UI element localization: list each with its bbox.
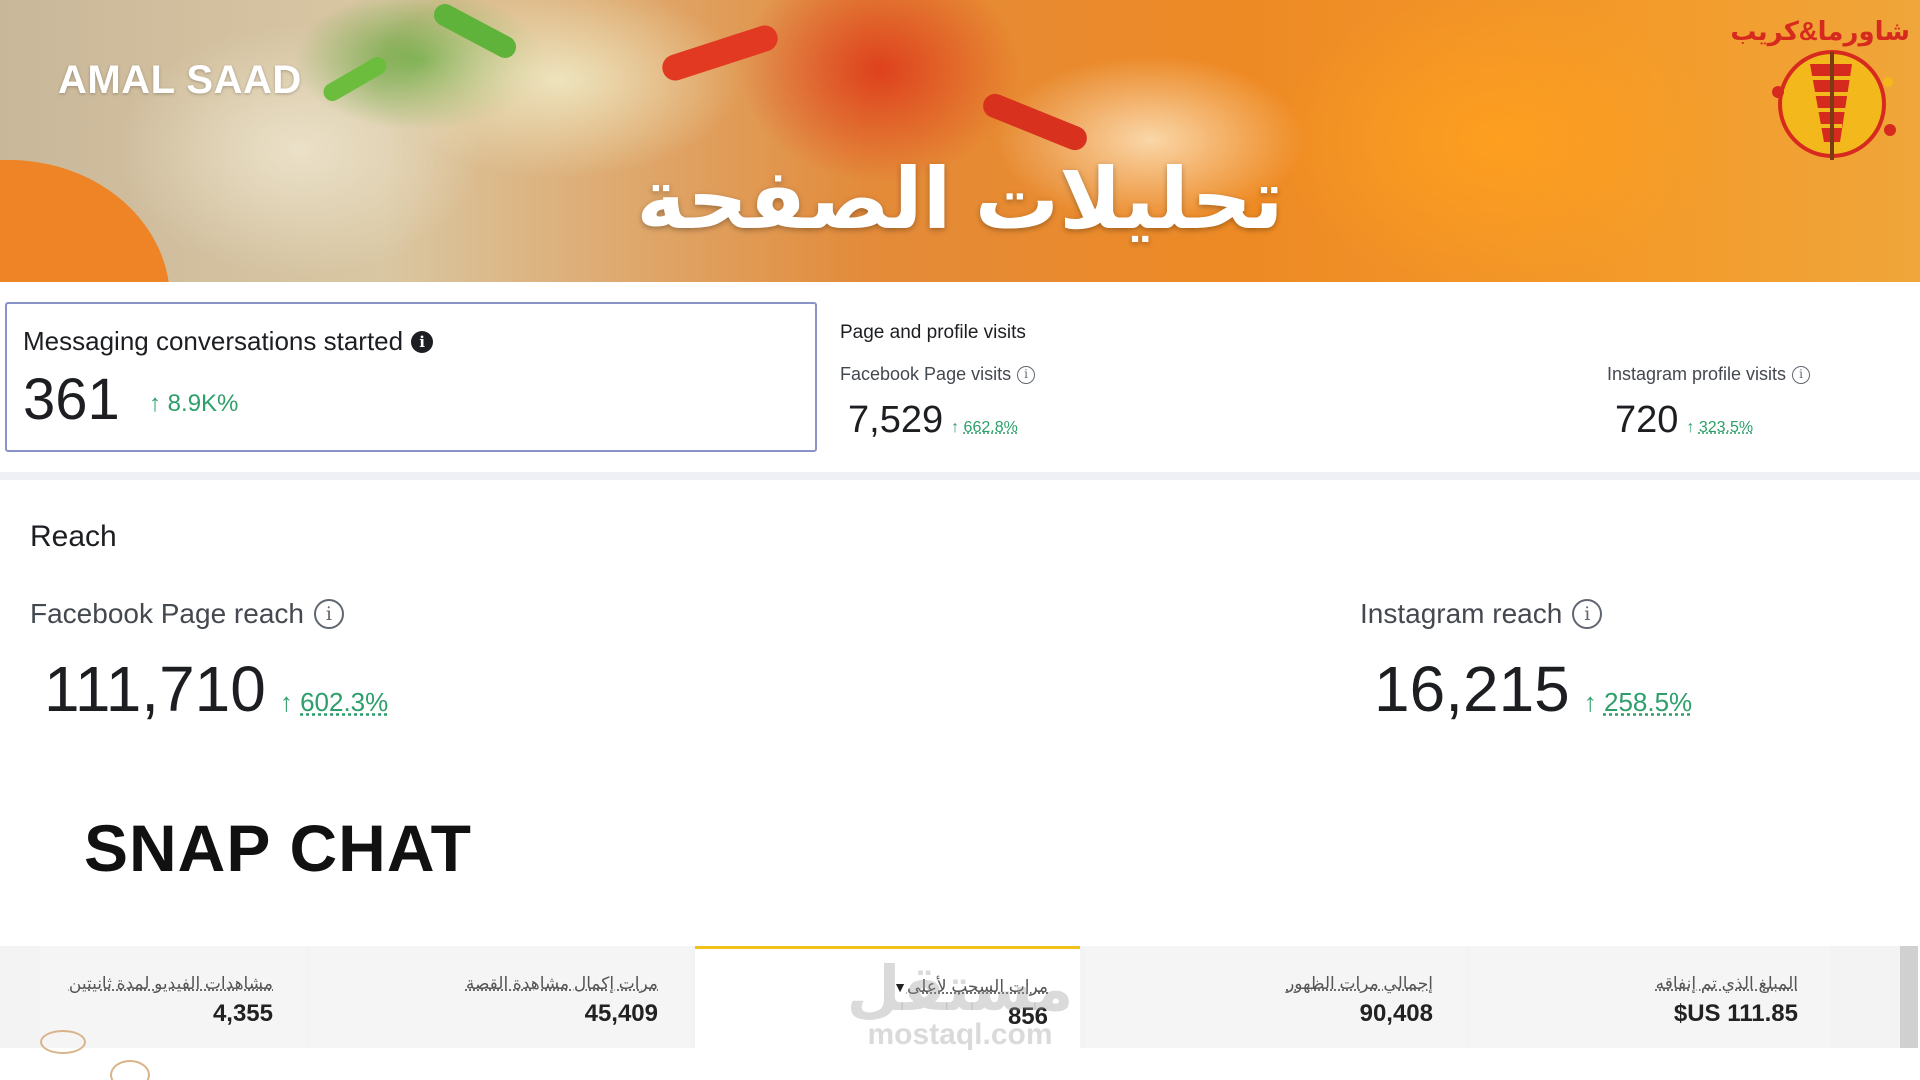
instagram-visits-block: Instagram profile visits i 720 ↑ 323.5% [1607, 364, 1811, 442]
facebook-visits-value: 7,529 [848, 399, 944, 441]
facebook-visits-trend-value: 662.8% [963, 419, 1018, 436]
decorative-blob [0, 160, 170, 282]
stat-value: $US 111.85 [1673, 1000, 1798, 1027]
section-divider [0, 472, 1920, 480]
reach-panel: Reach Facebook Page reach i 111,710 ↑ 60… [0, 480, 1920, 780]
instagram-reach-block: Instagram reach i 16,215 ↑ 258.5% [1360, 598, 1692, 726]
header-banner: AMAL SAAD تحليلات الصفحة شاورما&كريب [0, 0, 1920, 282]
stat-label: المبلغ الذي تم إنفاقه [1655, 974, 1798, 993]
messaging-label: Messaging conversations started [23, 326, 404, 356]
stat-label: مرات السحب لأعلى [906, 977, 1048, 996]
stat-value: 4,355 [212, 1000, 273, 1027]
instagram-visits-trend-value: 323.5% [1698, 419, 1754, 436]
scrollbar[interactable] [1900, 946, 1918, 1048]
visits-title: Page and profile visits [840, 322, 1026, 343]
instagram-visits-value: 720 [1615, 399, 1679, 441]
messaging-value: 361 [23, 367, 120, 432]
snapchat-stats-bar: المبلغ الذي تم إنفاقه $US 111.85 إجمالي … [0, 946, 1900, 1048]
food-decoration [430, 0, 520, 62]
decorative-arc [40, 1030, 86, 1054]
messaging-trend-value: 8.9K% [167, 390, 239, 417]
arrow-up-icon: ↑ [951, 419, 964, 436]
food-decoration [979, 90, 1091, 154]
stat-label-row: مرات السحب لأعلى▼ [883, 977, 1048, 997]
brand-name: AMAL SAAD [58, 58, 302, 102]
instagram-reach-trend[interactable]: ↑ 258.5% [1584, 687, 1692, 718]
stat-label: مرات إكمال مشاهدة القصة [465, 974, 658, 993]
caret-down-icon[interactable]: ▼ [893, 979, 907, 995]
arrow-up-icon: ↑ [149, 390, 168, 417]
instagram-reach-trend-value: 258.5% [1603, 687, 1693, 717]
info-icon[interactable]: i [1572, 599, 1603, 629]
messaging-panel: Messaging conversations started i 361 ↑ … [5, 302, 817, 452]
facebook-reach-trend[interactable]: ↑ 602.3% [280, 687, 388, 718]
instagram-visits-trend[interactable]: ↑ 323.5% [1686, 419, 1753, 437]
arrow-up-icon: ↑ [1686, 419, 1699, 436]
info-icon[interactable]: i [1792, 365, 1811, 384]
shawarma-logo: شاورما&كريب [1730, 12, 1910, 162]
stat-label: إجمالي مرات الظهور [1286, 974, 1433, 993]
stat-story-completes[interactable]: مرات إكمال مشاهدة القصة 45,409 [310, 946, 690, 1048]
facebook-reach-trend-value: 602.3% [300, 687, 389, 717]
page-title: تحليلات الصفحة [636, 152, 1284, 246]
arrow-up-icon: ↑ [279, 687, 301, 717]
arrow-up-icon: ↑ [1583, 687, 1604, 717]
facebook-visits-trend[interactable]: ↑ 662.8% [951, 419, 1018, 437]
facebook-reach-value: 111,710 [44, 653, 266, 725]
food-decoration [658, 22, 782, 84]
stat-swipe-ups[interactable]: مرات السحب لأعلى▼ 856 [695, 946, 1080, 1048]
snapchat-section-title: SNAP CHAT [84, 811, 472, 885]
reach-title: Reach [30, 520, 117, 553]
messaging-label-row: Messaging conversations started i [23, 326, 434, 357]
stat-amount-spent[interactable]: المبلغ الذي تم إنفاقه $US 111.85 [1470, 946, 1830, 1048]
info-icon[interactable]: i [313, 599, 344, 629]
instagram-reach-label: Instagram reach [1360, 598, 1563, 629]
logo-text: شاورما&كريب [1730, 16, 1910, 46]
facebook-visits-block: Facebook Page visits i 7,529 ↑ 662.8% [840, 364, 1036, 442]
facebook-reach-block: Facebook Page reach i 111,710 ↑ 602.3% [30, 598, 388, 726]
instagram-visits-label: Instagram profile visits [1607, 364, 1787, 384]
stat-value: 90,408 [1359, 1000, 1433, 1027]
decorative-arc [110, 1060, 150, 1080]
facebook-visits-label: Facebook Page visits [840, 364, 1012, 384]
instagram-reach-value: 16,215 [1374, 653, 1570, 725]
info-icon[interactable]: i [411, 330, 434, 353]
stat-value: 45,409 [584, 1000, 658, 1027]
food-decoration [320, 53, 390, 105]
info-icon[interactable]: i [1017, 365, 1036, 384]
visits-panel: Page and profile visits Facebook Page vi… [820, 308, 1920, 468]
stat-label: مشاهدات الفيديو لمدة ثانيتين [68, 974, 273, 993]
messaging-trend: ↑ 8.9K% [149, 390, 238, 418]
stat-video-views[interactable]: مشاهدات الفيديو لمدة ثانيتين 4,355 [40, 946, 305, 1048]
stat-impressions[interactable]: إجمالي مرات الظهور 90,408 [1085, 946, 1465, 1048]
facebook-reach-label: Facebook Page reach [30, 598, 304, 629]
stat-value: 856 [1007, 1003, 1048, 1030]
